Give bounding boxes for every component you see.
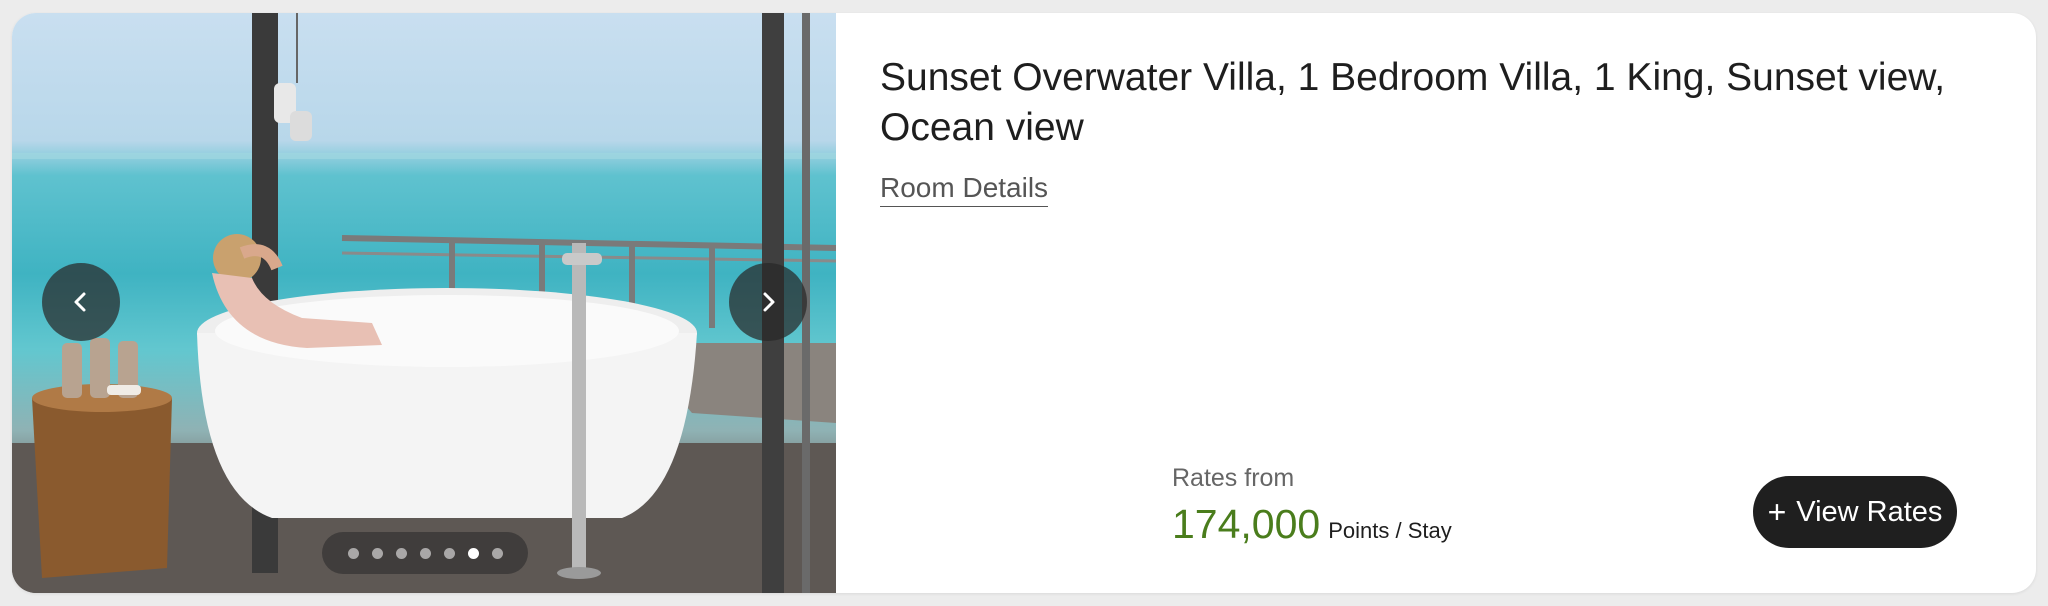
price-unit: Points / Stay (1328, 518, 1452, 543)
carousel-dot-7[interactable] (491, 547, 503, 559)
carousel-dot-6-active[interactable] (467, 547, 479, 559)
room-photo-illustration (12, 13, 836, 593)
carousel-dot-3[interactable] (395, 547, 407, 559)
carousel-dot-5[interactable] (443, 547, 455, 559)
plus-icon: + (1767, 494, 1787, 530)
chevron-left-icon (74, 292, 86, 312)
carousel-prev-button[interactable] (42, 263, 120, 341)
room-card: Sunset Overwater Villa, 1 Bedroom Villa,… (12, 13, 2036, 593)
carousel-dot-2[interactable] (371, 547, 383, 559)
chevron-right-icon (763, 292, 775, 312)
room-details-link[interactable]: Room Details (880, 172, 1049, 207)
room-title: Sunset Overwater Villa, 1 Bedroom Villa,… (880, 56, 1946, 149)
price-value: 174,000 (1172, 501, 1321, 547)
carousel-dot-1[interactable] (347, 547, 359, 559)
carousel-dot-4[interactable] (419, 547, 431, 559)
rates-from-label: Rates from (1172, 464, 1295, 492)
view-rates-label: View Rates (1796, 495, 1943, 528)
carousel-next-button[interactable] (729, 263, 807, 341)
view-rates-button[interactable]: + View Rates (1753, 476, 1957, 548)
carousel-pagination (322, 532, 528, 574)
price-row: 174,000 Points / Stay (1172, 501, 1452, 548)
room-photo[interactable] (12, 13, 836, 593)
